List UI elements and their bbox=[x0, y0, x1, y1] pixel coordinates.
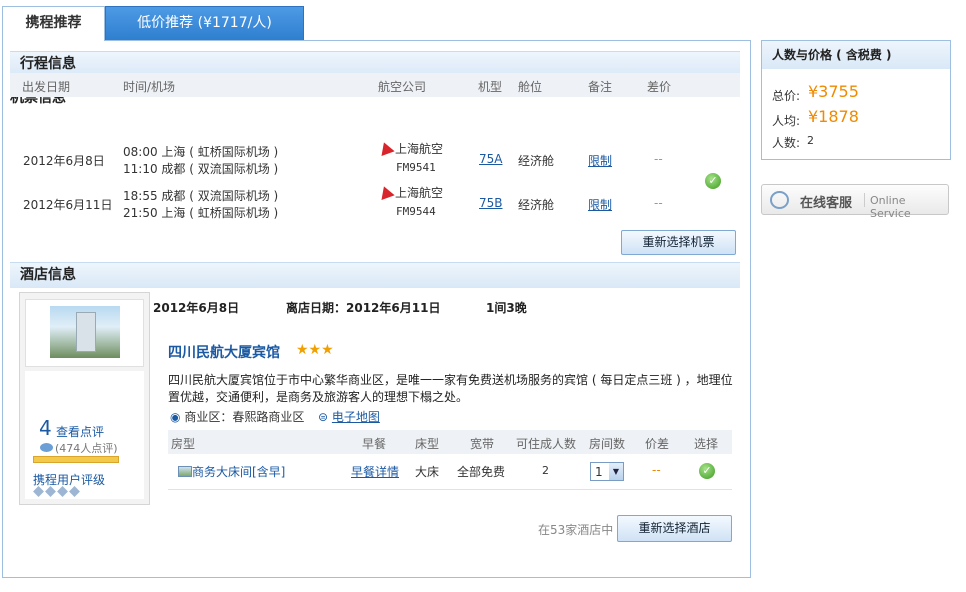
online-service-cn: 在线客服 bbox=[800, 196, 853, 211]
col-diff: 差价 bbox=[647, 80, 672, 94]
col-time: 时间/机场 bbox=[123, 80, 176, 94]
col-airline: 航空公司 bbox=[378, 80, 427, 94]
flight-2-date: 2012年6月11日 bbox=[23, 198, 113, 212]
flight-2-dep: 18:55 成都 ( 双流国际机场 ) bbox=[123, 189, 279, 203]
flight-2-note-link[interactable]: 限制 bbox=[588, 196, 612, 213]
room-selected-check-icon[interactable]: ✓ bbox=[699, 463, 715, 479]
map-link[interactable]: ⊜ 电子地图 bbox=[318, 408, 380, 425]
diamond-icon bbox=[33, 486, 44, 497]
room-col-breakfast: 早餐 bbox=[362, 437, 387, 451]
people-count: 2 bbox=[807, 134, 814, 147]
flight-1-arr: 11:10 成都 ( 双流国际机场 ) bbox=[123, 162, 279, 176]
total-price: ¥3755 bbox=[808, 82, 859, 101]
flight-selected-check-icon[interactable]: ✓ bbox=[705, 173, 721, 189]
hotel-count-text: 在53家酒店中 bbox=[538, 523, 614, 537]
hotel-stars: ★★★ bbox=[296, 342, 334, 358]
service-headset-icon bbox=[770, 191, 789, 209]
hotel-name-link[interactable]: 四川民航大厦宾馆 bbox=[168, 342, 280, 362]
total-label: 总价: bbox=[772, 89, 801, 103]
location-pin-icon: ◉ bbox=[170, 410, 181, 424]
online-service-button[interactable]: 在线客服 Online Service bbox=[761, 184, 949, 220]
reselect-flight-button[interactable]: 重新选择机票 bbox=[621, 230, 736, 255]
col-date: 出发日期 bbox=[22, 80, 71, 94]
divider bbox=[864, 193, 865, 207]
tab-low-price[interactable]: 低价推荐 (¥1717/人) bbox=[105, 6, 304, 40]
flight-1-diff: -- bbox=[654, 152, 663, 166]
flight-2-diff: -- bbox=[654, 196, 663, 210]
flight-2-aircraft-link[interactable]: 75B bbox=[479, 196, 503, 210]
airline-logo-icon bbox=[377, 139, 395, 157]
room-col-internet: 宽带 bbox=[470, 437, 495, 451]
hotel-score: 4 bbox=[39, 416, 52, 440]
flight-1-note-link[interactable]: 限制 bbox=[588, 152, 612, 169]
rating-bar bbox=[33, 456, 119, 463]
airline-logo-icon bbox=[377, 183, 395, 201]
flight-2-cabin: 经济舱 bbox=[518, 198, 555, 212]
hotel-photo[interactable] bbox=[25, 299, 144, 367]
checkout-date: 离店日期：2012年6月11日 bbox=[286, 301, 441, 315]
room-col-diff: 价差 bbox=[645, 437, 670, 451]
room-count-select[interactable]: 1 ▼ bbox=[590, 462, 624, 481]
room-table-header: 房型 早餐 床型 宽带 可住成人数 房间数 价差 选择 bbox=[168, 430, 732, 454]
room-col-adults: 可住成人数 bbox=[516, 437, 577, 451]
diamond-icon bbox=[45, 486, 56, 497]
room-col-bed: 床型 bbox=[415, 437, 440, 451]
breakfast-details-link[interactable]: 早餐详情 bbox=[351, 463, 399, 480]
room-diff: -- bbox=[652, 463, 661, 477]
per-person-label: 人均: bbox=[772, 114, 801, 128]
hotel-description: 四川民航大厦宾馆位于市中心繁华商业区，是唯一一家有免费送机场服务的宾馆 ( 每日… bbox=[168, 373, 733, 404]
flight-1-number: FM9541 bbox=[396, 161, 436, 174]
room-col-type: 房型 bbox=[171, 437, 196, 451]
flight-1-cabin: 经济舱 bbox=[518, 154, 555, 168]
flight-2-arr: 21:50 上海 ( 虹桥国际机场 ) bbox=[123, 206, 279, 220]
room-adults: 2 bbox=[542, 464, 549, 477]
diamond-icon bbox=[69, 486, 80, 497]
room-internet: 全部免费 bbox=[457, 465, 506, 479]
flight-1-dep: 08:00 上海 ( 虹桥国际机场 ) bbox=[123, 145, 279, 159]
room-type-link[interactable]: 商务大床间[含早] bbox=[178, 463, 285, 480]
reselect-hotel-button[interactable]: 重新选择酒店 bbox=[617, 515, 732, 542]
price-panel-title: 人数与价格 ( 含税费 ) bbox=[762, 41, 950, 69]
rooms-nights: 1间3晚 bbox=[486, 301, 527, 315]
people-label: 人数: bbox=[772, 136, 801, 150]
tab-recommended[interactable]: 携程推荐 bbox=[2, 6, 105, 41]
chevron-down-icon: ▼ bbox=[609, 463, 623, 480]
flight-2-airline: 上海航空 bbox=[377, 183, 443, 201]
col-note: 备注 bbox=[588, 80, 613, 94]
map-icon: ⊜ bbox=[318, 410, 329, 424]
hotel-area: ◉ 商业区：春熙路商业区 bbox=[170, 410, 305, 424]
room-col-select: 选择 bbox=[694, 437, 719, 451]
comment-icon bbox=[40, 443, 53, 452]
rating-diamonds bbox=[33, 486, 81, 500]
view-reviews-link[interactable]: 查看点评 bbox=[56, 423, 104, 440]
flight-2-number: FM9544 bbox=[396, 205, 436, 218]
room-bed: 大床 bbox=[415, 465, 440, 479]
photo-icon bbox=[178, 466, 192, 477]
flight-1-aircraft-link[interactable]: 75A bbox=[479, 152, 502, 166]
diamond-icon bbox=[57, 486, 68, 497]
flight-table-header: 出发日期 时间/机场 航空公司 机型 舱位 备注 差价 bbox=[10, 73, 740, 97]
per-person-price: ¥1878 bbox=[808, 107, 859, 126]
room-row-divider bbox=[168, 489, 732, 490]
review-count: (474人点评) bbox=[40, 440, 118, 456]
col-aircraft: 机型 bbox=[478, 80, 503, 94]
hotel-section-title: 酒店信息 bbox=[10, 262, 740, 288]
flight-1-date: 2012年6月8日 bbox=[23, 154, 105, 168]
flight-1-airline: 上海航空 bbox=[377, 139, 443, 157]
online-service-en: Online Service bbox=[870, 194, 911, 220]
col-cabin: 舱位 bbox=[518, 80, 543, 94]
room-col-count: 房间数 bbox=[589, 437, 626, 451]
